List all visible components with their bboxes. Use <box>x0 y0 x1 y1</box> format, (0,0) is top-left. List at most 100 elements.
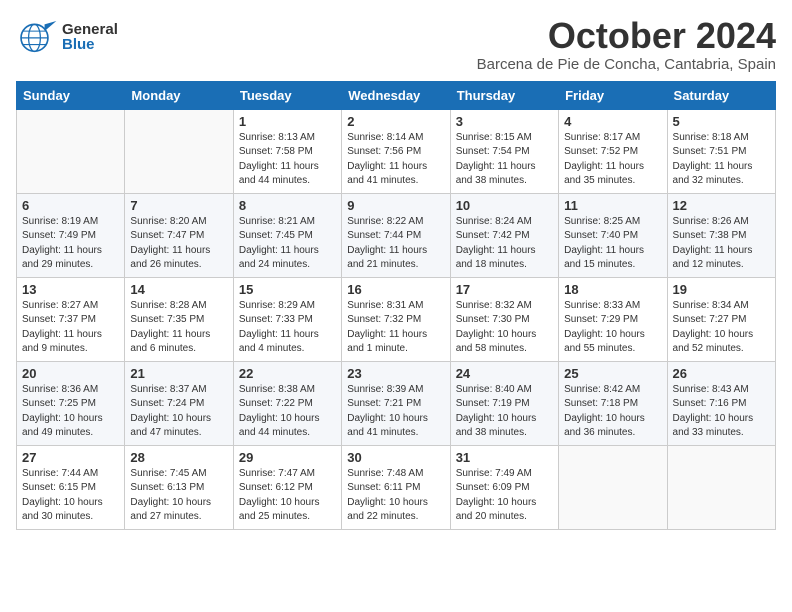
month-title: October 2024 <box>477 16 776 56</box>
day-number: 9 <box>347 198 444 213</box>
day-number: 20 <box>22 366 119 381</box>
day-info: Sunrise: 8:42 AM Sunset: 7:18 PM Dayligh… <box>564 383 661 441</box>
calendar-cell: 24Sunrise: 8:40 AM Sunset: 7:19 PM Dayli… <box>450 361 558 445</box>
calendar-cell: 3 Sunrise: 8:15 AM Sunset: 7:54 PM Daylig… <box>450 109 558 193</box>
day-number: 18 <box>564 282 661 297</box>
logo-icon <box>16 16 58 58</box>
calendar-cell: 27Sunrise: 7:44 AM Sunset: 6:15 PM Dayli… <box>17 445 125 529</box>
calendar-cell: 21 Sunrise: 8:37 AM Sunset: 7:24 PM Dayli… <box>125 361 233 445</box>
calendar-cell: 20 Sunrise: 8:36 AM Sunset: 7:25 PM Dayli… <box>17 361 125 445</box>
day-number: 31 <box>456 450 553 465</box>
title-block: October 2024 Barcena de Pie de Concha, C… <box>477 16 776 73</box>
calendar-cell: 8 Sunrise: 8:21 AM Sunset: 7:45 PM Daylig… <box>233 193 341 277</box>
calendar-cell: 31 Sunrise: 7:49 AM Sunset: 6:09 PM Dayli… <box>450 445 558 529</box>
location-title: Barcena de Pie de Concha, Cantabria, Spa… <box>477 56 776 73</box>
day-info: Sunrise: 8:40 AM Sunset: 7:19 PM Dayligh… <box>456 383 553 441</box>
calendar-cell: 23Sunrise: 8:39 AM Sunset: 7:21 PM Dayli… <box>342 361 450 445</box>
calendar-cell: 26Sunrise: 8:43 AM Sunset: 7:16 PM Dayli… <box>667 361 775 445</box>
day-number: 10 <box>456 198 553 213</box>
calendar-cell: 30Sunrise: 7:48 AM Sunset: 6:11 PM Dayli… <box>342 445 450 529</box>
day-number: 12 <box>673 198 770 213</box>
day-number: 16 <box>347 282 444 297</box>
calendar-week-2: 6 Sunrise: 8:19 AM Sunset: 7:49 PM Daylig… <box>17 193 776 277</box>
day-info: Sunrise: 8:24 AM Sunset: 7:42 PM Dayligh… <box>456 215 553 273</box>
calendar-cell: 15 Sunrise: 8:29 AM Sunset: 7:33 PM Dayli… <box>233 277 341 361</box>
calendar-header-row: SundayMondayTuesdayWednesdayThursdayFrid… <box>17 81 776 109</box>
calendar-cell <box>125 109 233 193</box>
day-number: 2 <box>347 114 444 129</box>
day-info: Sunrise: 7:47 AM Sunset: 6:12 PM Dayligh… <box>239 467 336 525</box>
calendar-cell: 6 Sunrise: 8:19 AM Sunset: 7:49 PM Daylig… <box>17 193 125 277</box>
day-info: Sunrise: 8:13 AM Sunset: 7:58 PM Dayligh… <box>239 131 336 189</box>
calendar-table: SundayMondayTuesdayWednesdayThursdayFrid… <box>16 81 776 530</box>
page-header: General Blue October 2024 Barcena de Pie… <box>16 16 776 73</box>
calendar-cell <box>559 445 667 529</box>
day-info: Sunrise: 8:25 AM Sunset: 7:40 PM Dayligh… <box>564 215 661 273</box>
calendar-cell: 17Sunrise: 8:32 AM Sunset: 7:30 PM Dayli… <box>450 277 558 361</box>
calendar-cell: 25 Sunrise: 8:42 AM Sunset: 7:18 PM Dayli… <box>559 361 667 445</box>
day-info: Sunrise: 8:37 AM Sunset: 7:24 PM Dayligh… <box>130 383 227 441</box>
day-info: Sunrise: 8:22 AM Sunset: 7:44 PM Dayligh… <box>347 215 444 273</box>
day-info: Sunrise: 8:15 AM Sunset: 7:54 PM Dayligh… <box>456 131 553 189</box>
calendar-cell: 29Sunrise: 7:47 AM Sunset: 6:12 PM Dayli… <box>233 445 341 529</box>
calendar-cell: 13 Sunrise: 8:27 AM Sunset: 7:37 PM Dayli… <box>17 277 125 361</box>
calendar-week-5: 27Sunrise: 7:44 AM Sunset: 6:15 PM Dayli… <box>17 445 776 529</box>
day-info: Sunrise: 8:39 AM Sunset: 7:21 PM Dayligh… <box>347 383 444 441</box>
day-number: 4 <box>564 114 661 129</box>
day-number: 22 <box>239 366 336 381</box>
calendar-cell: 18 Sunrise: 8:33 AM Sunset: 7:29 PM Dayli… <box>559 277 667 361</box>
logo-text: General Blue <box>62 22 118 52</box>
day-info: Sunrise: 8:19 AM Sunset: 7:49 PM Dayligh… <box>22 215 119 273</box>
calendar-cell: 14Sunrise: 8:28 AM Sunset: 7:35 PM Dayli… <box>125 277 233 361</box>
calendar-week-3: 13 Sunrise: 8:27 AM Sunset: 7:37 PM Dayli… <box>17 277 776 361</box>
day-header-thursday: Thursday <box>450 81 558 109</box>
day-header-tuesday: Tuesday <box>233 81 341 109</box>
calendar-cell <box>667 445 775 529</box>
day-info: Sunrise: 8:26 AM Sunset: 7:38 PM Dayligh… <box>673 215 770 273</box>
day-info: Sunrise: 8:36 AM Sunset: 7:25 PM Dayligh… <box>22 383 119 441</box>
day-info: Sunrise: 8:21 AM Sunset: 7:45 PM Dayligh… <box>239 215 336 273</box>
day-info: Sunrise: 8:34 AM Sunset: 7:27 PM Dayligh… <box>673 299 770 357</box>
day-info: Sunrise: 8:31 AM Sunset: 7:32 PM Dayligh… <box>347 299 444 357</box>
calendar-cell: 5Sunrise: 8:18 AM Sunset: 7:51 PM Daylig… <box>667 109 775 193</box>
calendar-cell: 2Sunrise: 8:14 AM Sunset: 7:56 PM Daylig… <box>342 109 450 193</box>
calendar-cell: 4Sunrise: 8:17 AM Sunset: 7:52 PM Daylig… <box>559 109 667 193</box>
day-header-saturday: Saturday <box>667 81 775 109</box>
logo: General Blue <box>16 16 118 58</box>
day-info: Sunrise: 8:28 AM Sunset: 7:35 PM Dayligh… <box>130 299 227 357</box>
day-header-wednesday: Wednesday <box>342 81 450 109</box>
day-info: Sunrise: 7:48 AM Sunset: 6:11 PM Dayligh… <box>347 467 444 525</box>
day-header-monday: Monday <box>125 81 233 109</box>
day-number: 6 <box>22 198 119 213</box>
calendar-cell: 10 Sunrise: 8:24 AM Sunset: 7:42 PM Dayli… <box>450 193 558 277</box>
calendar-cell: 9 Sunrise: 8:22 AM Sunset: 7:44 PM Daylig… <box>342 193 450 277</box>
day-number: 21 <box>130 366 227 381</box>
day-header-sunday: Sunday <box>17 81 125 109</box>
calendar-cell: 16 Sunrise: 8:31 AM Sunset: 7:32 PM Dayli… <box>342 277 450 361</box>
day-info: Sunrise: 8:38 AM Sunset: 7:22 PM Dayligh… <box>239 383 336 441</box>
day-info: Sunrise: 8:20 AM Sunset: 7:47 PM Dayligh… <box>130 215 227 273</box>
calendar-cell: 7Sunrise: 8:20 AM Sunset: 7:47 PM Daylig… <box>125 193 233 277</box>
day-number: 19 <box>673 282 770 297</box>
logo-general-text: General <box>62 22 118 37</box>
logo-blue-text: Blue <box>62 37 118 52</box>
calendar-cell: 11Sunrise: 8:25 AM Sunset: 7:40 PM Dayli… <box>559 193 667 277</box>
day-number: 5 <box>673 114 770 129</box>
day-info: Sunrise: 8:27 AM Sunset: 7:37 PM Dayligh… <box>22 299 119 357</box>
calendar-cell: 28Sunrise: 7:45 AM Sunset: 6:13 PM Dayli… <box>125 445 233 529</box>
day-info: Sunrise: 7:49 AM Sunset: 6:09 PM Dayligh… <box>456 467 553 525</box>
calendar-week-1: 1 Sunrise: 8:13 AM Sunset: 7:58 PM Daylig… <box>17 109 776 193</box>
day-number: 3 <box>456 114 553 129</box>
calendar-cell: 22 Sunrise: 8:38 AM Sunset: 7:22 PM Dayli… <box>233 361 341 445</box>
calendar-cell: 1 Sunrise: 8:13 AM Sunset: 7:58 PM Daylig… <box>233 109 341 193</box>
day-number: 28 <box>130 450 227 465</box>
day-info: Sunrise: 7:44 AM Sunset: 6:15 PM Dayligh… <box>22 467 119 525</box>
day-number: 13 <box>22 282 119 297</box>
day-info: Sunrise: 8:32 AM Sunset: 7:30 PM Dayligh… <box>456 299 553 357</box>
day-info: Sunrise: 8:29 AM Sunset: 7:33 PM Dayligh… <box>239 299 336 357</box>
day-number: 8 <box>239 198 336 213</box>
day-number: 1 <box>239 114 336 129</box>
day-number: 15 <box>239 282 336 297</box>
day-number: 25 <box>564 366 661 381</box>
day-info: Sunrise: 8:33 AM Sunset: 7:29 PM Dayligh… <box>564 299 661 357</box>
